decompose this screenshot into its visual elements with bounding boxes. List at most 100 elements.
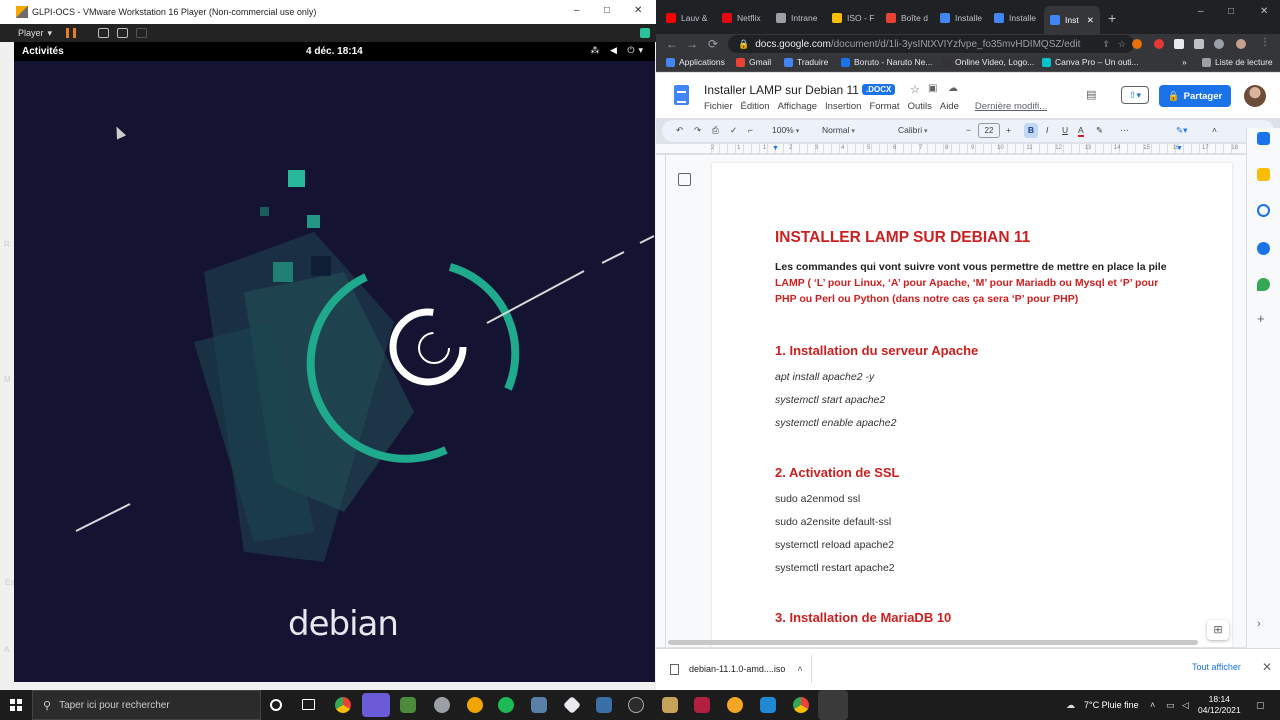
- underline-button[interactable]: U: [1062, 125, 1068, 135]
- notifications-icon[interactable]: ▢: [1256, 700, 1265, 711]
- cortana-icon[interactable]: [270, 699, 282, 711]
- font-select[interactable]: Calibri: [898, 125, 958, 135]
- network-icon[interactable]: ▭: [1166, 700, 1175, 711]
- right-indent-marker-icon[interactable]: ▼: [1176, 145, 1183, 152]
- minimize-button[interactable]: –: [574, 5, 580, 16]
- show-all-downloads-link[interactable]: Tout afficher: [1192, 662, 1241, 672]
- google-docs-icon[interactable]: [674, 85, 689, 105]
- chevron-right-icon[interactable]: ›: [1257, 618, 1270, 631]
- document-title[interactable]: Installer LAMP sur Debian 11: [704, 83, 859, 97]
- share-button[interactable]: 🔒 Partager: [1159, 85, 1231, 107]
- address-bar[interactable]: 🔒 docs.google.com /document/d/1li-3ysINt…: [728, 35, 1134, 53]
- more-icon[interactable]: ⋯: [1120, 125, 1129, 136]
- spellcheck-icon[interactable]: ✓: [730, 125, 737, 136]
- bookmark-item[interactable]: Applications: [666, 57, 725, 67]
- browser-tab[interactable]: Netflix: [722, 8, 772, 28]
- start-button[interactable]: [10, 699, 22, 711]
- app-icon[interactable]: [694, 697, 710, 713]
- vmware-taskbar-icon[interactable]: [818, 690, 848, 720]
- outline-icon[interactable]: [678, 173, 691, 186]
- contacts-icon[interactable]: [1257, 242, 1270, 255]
- browser-tab[interactable]: Installe: [994, 8, 1044, 28]
- document-body[interactable]: INSTALLER LAMP SUR DEBIAN 11 Les command…: [775, 229, 1195, 625]
- comments-icon[interactable]: ▤: [1086, 88, 1096, 101]
- highlight-icon[interactable]: ✎: [1096, 125, 1103, 136]
- taskbar-search[interactable]: ⚲ Taper ici pour rechercher: [32, 690, 261, 720]
- task-view-icon[interactable]: [302, 699, 315, 710]
- browser-tab[interactable]: Installe: [940, 8, 990, 28]
- horizontal-scrollbar[interactable]: [668, 640, 1198, 645]
- paint-format-icon[interactable]: ⌐: [748, 125, 753, 135]
- close-button[interactable]: ✕: [634, 5, 642, 16]
- chevron-up-icon[interactable]: ˄: [797, 664, 802, 674]
- maps-icon[interactable]: [1257, 278, 1270, 291]
- profile-avatar[interactable]: [1236, 39, 1246, 49]
- app-icon[interactable]: [531, 697, 547, 713]
- app-icon[interactable]: [662, 697, 678, 713]
- vertical-ruler[interactable]: [656, 155, 666, 647]
- print-icon[interactable]: ⎙: [712, 125, 719, 136]
- app-icon[interactable]: [596, 697, 612, 713]
- pause-icon[interactable]: [66, 28, 77, 38]
- close-icon[interactable]: ✕: [1262, 660, 1272, 674]
- app-icon[interactable]: [467, 697, 483, 713]
- bookmark-item[interactable]: Online Video, Logo...: [942, 57, 1034, 67]
- move-folder-icon[interactable]: ▣: [928, 83, 937, 94]
- extension-icon[interactable]: [1132, 39, 1142, 49]
- text-color-button[interactable]: A: [1078, 125, 1084, 137]
- reading-list[interactable]: Liste de lecture: [1202, 57, 1273, 67]
- star-icon[interactable]: ☆: [1118, 39, 1126, 50]
- puzzle-icon[interactable]: [1194, 39, 1204, 49]
- decrease-font-size-icon[interactable]: −: [966, 125, 971, 135]
- discord-icon[interactable]: [362, 693, 390, 717]
- menu-file[interactable]: Fichier: [704, 101, 733, 112]
- menu-format[interactable]: Format: [869, 101, 899, 112]
- bookmark-item[interactable]: Gmail: [736, 57, 771, 67]
- menu-kebab-icon[interactable]: ⋮: [1260, 37, 1270, 48]
- undo-icon[interactable]: ↶: [676, 125, 683, 136]
- minimize-button[interactable]: –: [1198, 6, 1204, 17]
- cloud-status-icon[interactable]: ☁: [948, 83, 958, 94]
- chrome-icon[interactable]: [793, 697, 809, 713]
- calendar-icon[interactable]: [1257, 132, 1270, 145]
- steam-icon[interactable]: [628, 697, 644, 713]
- italic-button[interactable]: I: [1046, 125, 1048, 135]
- menu-insert[interactable]: Insertion: [825, 101, 861, 112]
- horizontal-ruler[interactable]: 2 1 1 2 3 4 5 6 7 8 9 10 11 12 13 14 15 16 17 18 ▼ ▼: [656, 144, 1280, 154]
- app-icon[interactable]: [434, 697, 450, 713]
- taskbar-clock[interactable]: 18:14 04/12/2021: [1198, 694, 1241, 716]
- extension-icon[interactable]: [1214, 39, 1224, 49]
- app-icon[interactable]: [727, 697, 743, 713]
- style-select[interactable]: Normal: [822, 125, 882, 135]
- last-edit-link[interactable]: Dernière modifi...: [975, 101, 1047, 112]
- increase-font-size-icon[interactable]: +: [1006, 125, 1011, 135]
- browser-tab[interactable]: ISO - F: [832, 8, 882, 28]
- browser-tab-active[interactable]: Inst ✕: [1044, 6, 1100, 34]
- bookmark-item[interactable]: Canva Pro – Un outi...: [1042, 57, 1139, 67]
- vm-status-icon[interactable]: [640, 28, 650, 38]
- avatar[interactable]: [1244, 85, 1266, 107]
- star-icon[interactable]: ☆: [910, 83, 920, 96]
- tasks-icon[interactable]: [1257, 204, 1270, 217]
- chrome-icon[interactable]: [335, 697, 351, 713]
- redo-icon[interactable]: ↷: [694, 125, 701, 136]
- browser-tab[interactable]: Boîte d: [886, 8, 936, 28]
- document-canvas[interactable]: INSTALLER LAMP SUR DEBIAN 11 Les command…: [656, 155, 1280, 647]
- menu-tools[interactable]: Outils: [908, 101, 932, 112]
- zoom-select[interactable]: 100%: [772, 125, 799, 135]
- more-bookmarks-icon[interactable]: »: [1182, 57, 1187, 67]
- unity-hub-icon[interactable]: [562, 695, 582, 715]
- maximize-button[interactable]: □: [604, 5, 610, 16]
- show-hidden-icon[interactable]: ˄: [1150, 700, 1155, 710]
- adblock-icon[interactable]: [1154, 39, 1164, 49]
- weather-text[interactable]: 7°C Pluie fine: [1084, 700, 1139, 710]
- extension-icon[interactable]: [1174, 39, 1184, 49]
- send-keys-icon[interactable]: [98, 28, 110, 38]
- document-page[interactable]: INSTALLER LAMP SUR DEBIAN 11 Les command…: [712, 163, 1232, 647]
- present-icon[interactable]: ⇧▾: [1121, 86, 1149, 104]
- minecraft-icon[interactable]: [400, 697, 416, 713]
- menu-view[interactable]: Affichage: [778, 101, 817, 112]
- close-button[interactable]: ✕: [1260, 6, 1268, 17]
- add-addon-icon[interactable]: +: [1257, 312, 1270, 325]
- player-menu[interactable]: Player ▾: [18, 28, 52, 39]
